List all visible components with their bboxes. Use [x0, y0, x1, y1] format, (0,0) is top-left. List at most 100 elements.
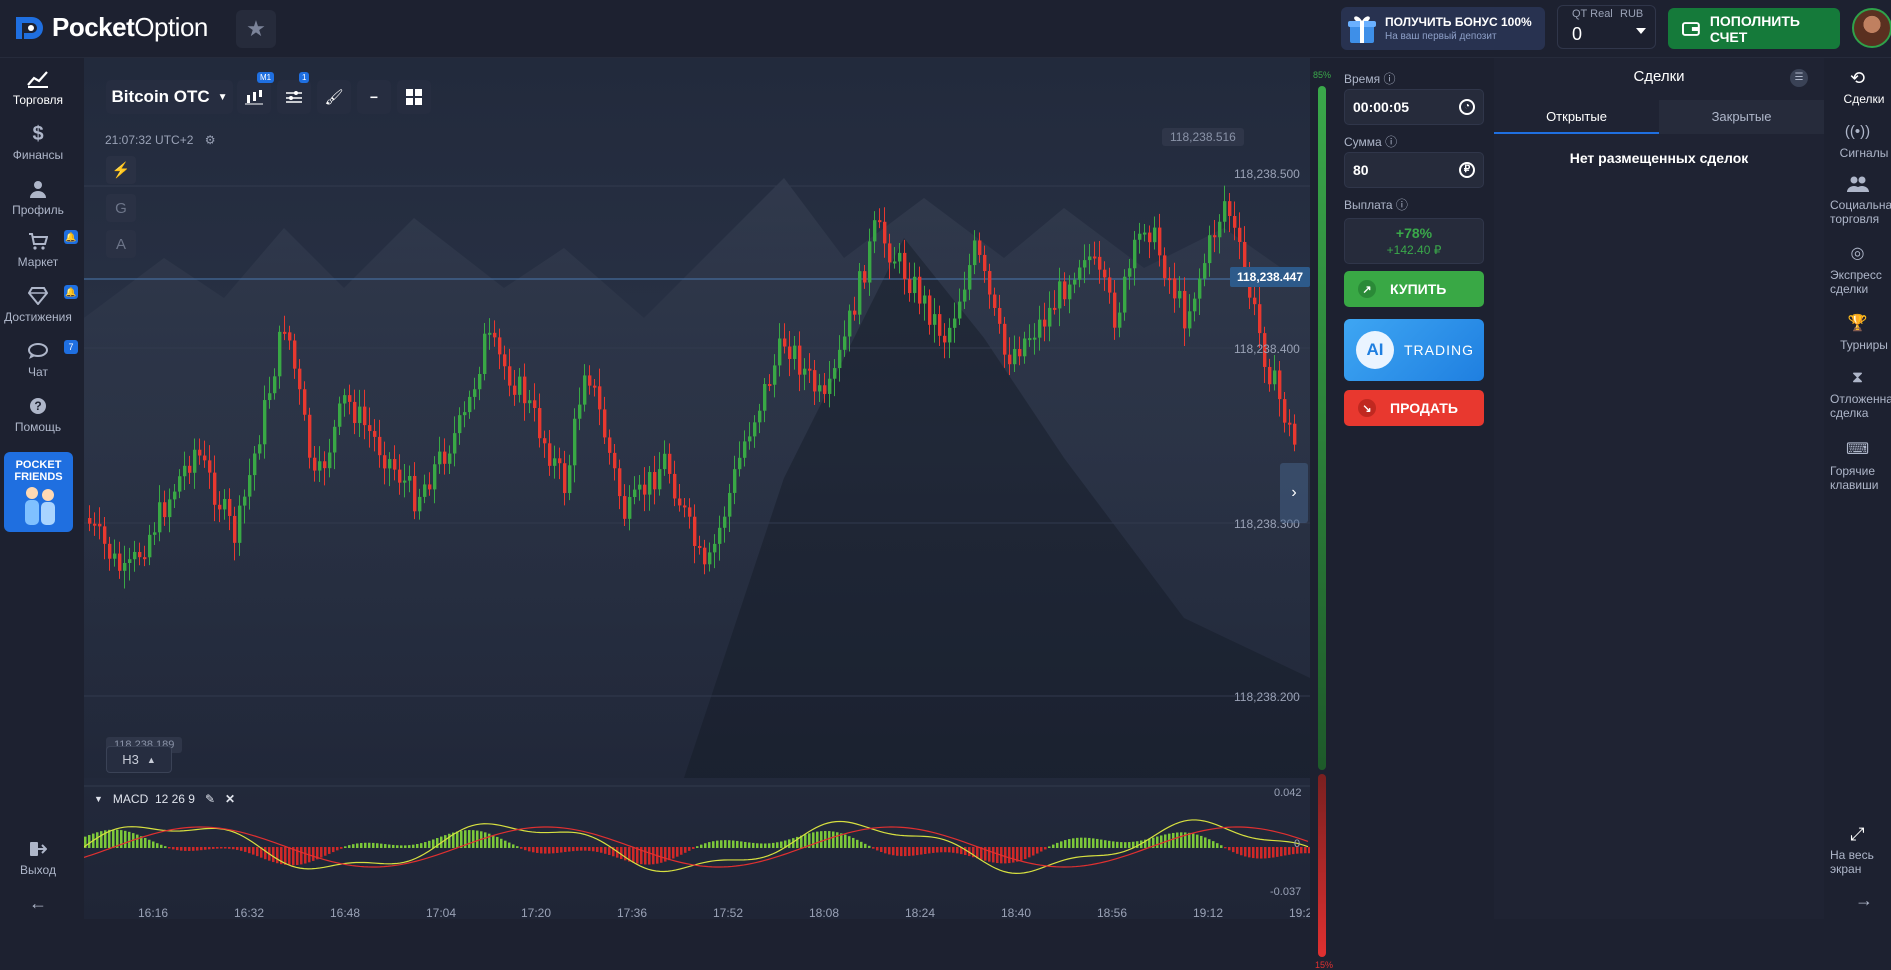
logout-button[interactable]: Выход — [0, 838, 76, 877]
candle-body — [153, 532, 157, 535]
macd-histogram-bar — [684, 847, 687, 853]
macd-histogram-bar — [1076, 837, 1079, 848]
tool-a[interactable]: A — [106, 230, 136, 258]
candle-body — [163, 502, 167, 518]
nav-item-profile[interactable]: Профиль — [0, 178, 76, 217]
candle-body — [233, 515, 237, 543]
tab-open-deals[interactable]: Открытые — [1494, 100, 1659, 134]
candle-body — [413, 475, 417, 512]
quick-trade-tool[interactable]: ⚡ — [106, 156, 136, 184]
macd-histogram-bar — [1240, 847, 1243, 856]
fullscreen-button[interactable]: ⤢ На весь экран — [1824, 824, 1891, 876]
close-icon[interactable]: ✕ — [225, 792, 235, 806]
info-icon: ⓘ — [1383, 72, 1396, 86]
collapse-left-arrow-icon[interactable]: ← — [0, 893, 76, 914]
rightnav-social-trading[interactable]: Социальная торговля — [1824, 174, 1891, 226]
indicators-button[interactable]: 1 — [277, 72, 311, 114]
macd-histogram-bar — [1248, 847, 1251, 858]
rightnav-pending-trade[interactable]: ⧗ Отложенная сделка — [1824, 368, 1891, 421]
candle-body — [403, 480, 407, 483]
macd-histogram-bar — [100, 831, 103, 848]
rightnav-deals[interactable]: ⟲ Сделки — [1824, 68, 1891, 106]
macd-histogram-bar — [836, 832, 839, 848]
candle-body — [1058, 281, 1062, 309]
candle-body — [298, 368, 302, 390]
candle-body — [318, 461, 322, 471]
zoom-selector[interactable]: H3 ▲ — [106, 746, 172, 773]
payout-amount: +142.40 ₽ — [1386, 243, 1442, 257]
macd-histogram-bar — [1228, 847, 1231, 851]
account-selector[interactable]: QT Real RUB 0 — [1557, 5, 1656, 49]
time-tick: 19:12 — [1193, 906, 1224, 919]
candle-body — [883, 221, 887, 244]
candle-body — [368, 425, 372, 432]
brand-logo[interactable]: PocketOption — [12, 12, 208, 43]
candle-body — [1008, 354, 1012, 365]
time-input[interactable]: 00:00:05 ◔ — [1344, 89, 1484, 125]
rightnav-hotkeys[interactable]: ⌨ Горячие клавиши — [1824, 440, 1891, 493]
candle-body — [788, 346, 792, 359]
candle-body — [1238, 227, 1242, 242]
rightnav-signals[interactable]: ((•)) Сигналы — [1824, 122, 1891, 160]
candle-body — [398, 469, 402, 483]
nav-item-finance[interactable]: $ Финансы — [0, 123, 76, 163]
asset-selector[interactable]: Bitcoin OTC ▼ — [106, 80, 233, 114]
macd-histogram-bar — [592, 847, 595, 852]
tool-g[interactable]: G — [106, 194, 136, 222]
time-tick: 18:40 — [1001, 906, 1032, 919]
pocket-friends-banner[interactable]: POCKET FRIENDS — [4, 452, 73, 532]
nav-item-help[interactable]: ? Помощь — [0, 395, 76, 434]
caret-down-icon[interactable]: ▼ — [94, 794, 103, 804]
keyboard-icon: ⌨ — [1845, 441, 1870, 458]
macd-histogram-bar — [1100, 839, 1103, 848]
price-tick: 118,238.200 — [1234, 690, 1300, 704]
deposit-button[interactable]: ПОПОЛНИТЬ СЧЕТ — [1668, 8, 1840, 49]
ai-trading-button[interactable]: AI TRADING — [1344, 319, 1484, 381]
amount-input[interactable]: 80 ₽ — [1344, 152, 1484, 188]
macd-histogram-bar — [1104, 840, 1107, 848]
nav-item-trading[interactable]: Торговля — [0, 68, 76, 107]
chevron-down-icon — [1636, 28, 1646, 34]
candle-body — [798, 345, 802, 375]
chart-type-button[interactable]: M1 — [237, 72, 275, 114]
nav-item-achievements[interactable]: Достижения 🔔 — [0, 285, 78, 324]
candle-body — [493, 332, 497, 338]
sell-button[interactable]: ↘ ПРОДАТЬ — [1344, 390, 1484, 426]
buy-button[interactable]: ↗ КУПИТЬ — [1344, 271, 1484, 307]
macd-histogram-bar — [988, 847, 991, 862]
drawing-tools-button[interactable]: 🖌 — [317, 80, 351, 114]
tab-closed-deals[interactable]: Закрытые — [1659, 100, 1824, 134]
macd-top-value: 0.042 — [1274, 787, 1302, 799]
rightnav-express[interactable]: ◎ Экспресс сделки — [1824, 244, 1891, 297]
nav-item-market[interactable]: Маркет 🔔 — [0, 230, 78, 269]
candle-body — [648, 472, 652, 495]
macd-histogram-bar — [96, 832, 99, 848]
favorites-button[interactable]: ★ — [236, 10, 276, 48]
candle-body — [568, 465, 572, 494]
macd-histogram-bar — [1272, 847, 1275, 858]
candle-body — [1133, 239, 1137, 269]
gear-icon[interactable]: ⚙ — [205, 133, 216, 147]
avatar[interactable] — [1852, 8, 1891, 48]
candle-body — [853, 310, 857, 315]
layout-grid-button[interactable] — [397, 80, 431, 114]
macd-histogram-bar — [552, 847, 555, 854]
more-options-button[interactable]: − — [357, 80, 391, 114]
macd-histogram-bar — [364, 842, 367, 848]
macd-histogram-bar — [236, 847, 239, 850]
candle-body — [698, 545, 702, 548]
menu-icon[interactable]: ☰ — [1790, 69, 1808, 87]
macd-histogram-bar — [644, 847, 647, 865]
bonus-banner[interactable]: ПОЛУЧИТЬ БОНУС 100% На ваш первый депози… — [1341, 7, 1545, 50]
pencil-icon[interactable]: ✎ — [205, 792, 215, 806]
session-high-label: 118,238.516 — [1162, 128, 1244, 146]
macd-histogram-bar — [572, 847, 575, 852]
chart-area[interactable]: Bitcoin OTC ▼ M1 1 🖌 − 21:07:32 UTC+2 ⚙ … — [84, 58, 1310, 919]
nav-item-chat[interactable]: Чат 7 — [0, 340, 78, 379]
collapse-right-arrow-icon[interactable]: → — [1824, 891, 1891, 909]
rightnav-tournaments[interactable]: 🏆 Турниры — [1824, 314, 1891, 353]
help-icon: ? — [30, 398, 46, 414]
candle-body — [303, 389, 307, 415]
candle-body — [358, 406, 362, 424]
chevron-right-icon[interactable]: › — [1280, 463, 1308, 523]
